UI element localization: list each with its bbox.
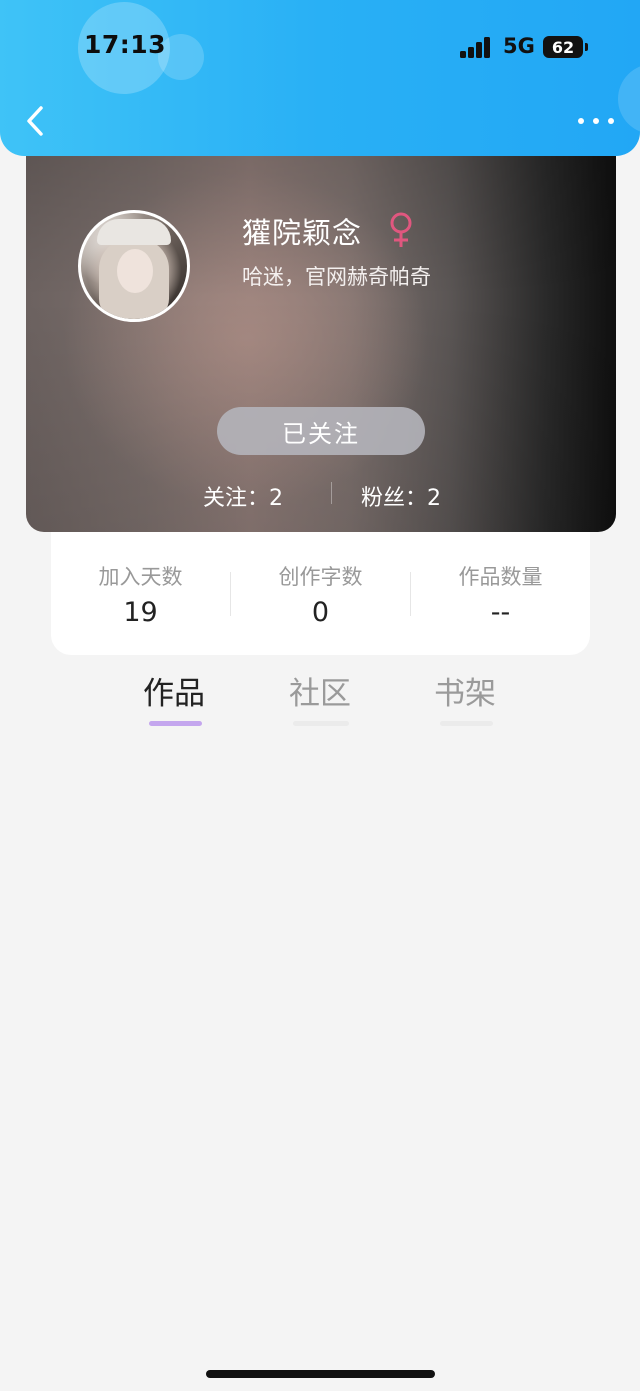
more-options-button[interactable] xyxy=(574,108,618,134)
battery-level: 62 xyxy=(551,37,575,57)
stat-value: 0 xyxy=(311,597,330,628)
user-bio: 哈迷，官网赫奇帕奇 xyxy=(242,265,431,289)
chevron-left-icon xyxy=(27,106,43,136)
stat-label: 创作字数 xyxy=(278,565,363,589)
dot-icon xyxy=(608,118,614,124)
stat-word-count: 创作字数 0 xyxy=(231,532,410,655)
tab-community[interactable]: 社区 xyxy=(289,668,351,726)
tab-label: 作品 xyxy=(143,676,205,712)
status-time: 17:13 xyxy=(84,30,167,59)
stat-label: 加入天数 xyxy=(98,565,183,589)
tab-works[interactable]: 作品 xyxy=(143,668,205,726)
tab-label: 社区 xyxy=(289,676,351,712)
divider xyxy=(331,482,332,504)
back-button[interactable] xyxy=(18,102,52,140)
stat-value: 19 xyxy=(123,597,158,628)
profile-card: 獾院颖念 哈迷，官网赫奇帕奇 已关注 关注：2 粉丝：2 xyxy=(26,140,616,532)
signal-bars-icon xyxy=(460,36,492,58)
following-count[interactable]: 关注：2 xyxy=(203,480,283,512)
profile-tabs: 作品 社区 书架 xyxy=(0,668,640,730)
tab-bookshelf[interactable]: 书架 xyxy=(434,668,496,726)
stat-works-count: 作品数量 -- xyxy=(411,532,590,655)
decor-bubble xyxy=(618,64,640,134)
stat-join-days: 加入天数 19 xyxy=(51,532,230,655)
avatar[interactable] xyxy=(78,210,190,322)
fans-count[interactable]: 粉丝：2 xyxy=(361,480,441,512)
avatar-face xyxy=(117,249,153,293)
stat-label: 作品数量 xyxy=(458,565,543,589)
avatar-hat xyxy=(97,219,171,245)
network-type: 5G xyxy=(503,34,535,58)
home-indicator[interactable] xyxy=(206,1370,435,1378)
tab-indicator xyxy=(440,721,493,726)
username: 獾院颖念 xyxy=(242,216,363,250)
tab-indicator xyxy=(293,721,349,726)
dot-icon xyxy=(578,118,584,124)
profile-background xyxy=(26,140,616,532)
app-header: 17:13 5G 62 xyxy=(0,0,640,156)
tab-indicator xyxy=(149,721,202,726)
battery-icon: 62 xyxy=(543,36,588,58)
stats-card: 加入天数 19 创作字数 0 作品数量 -- xyxy=(51,532,590,655)
followed-button[interactable]: 已关注 xyxy=(217,407,425,455)
dot-icon xyxy=(593,118,599,124)
tab-label: 书架 xyxy=(434,676,496,712)
female-icon xyxy=(390,212,412,247)
follow-stats: 关注：2 粉丝：2 xyxy=(26,476,616,512)
stat-value: -- xyxy=(490,597,511,628)
